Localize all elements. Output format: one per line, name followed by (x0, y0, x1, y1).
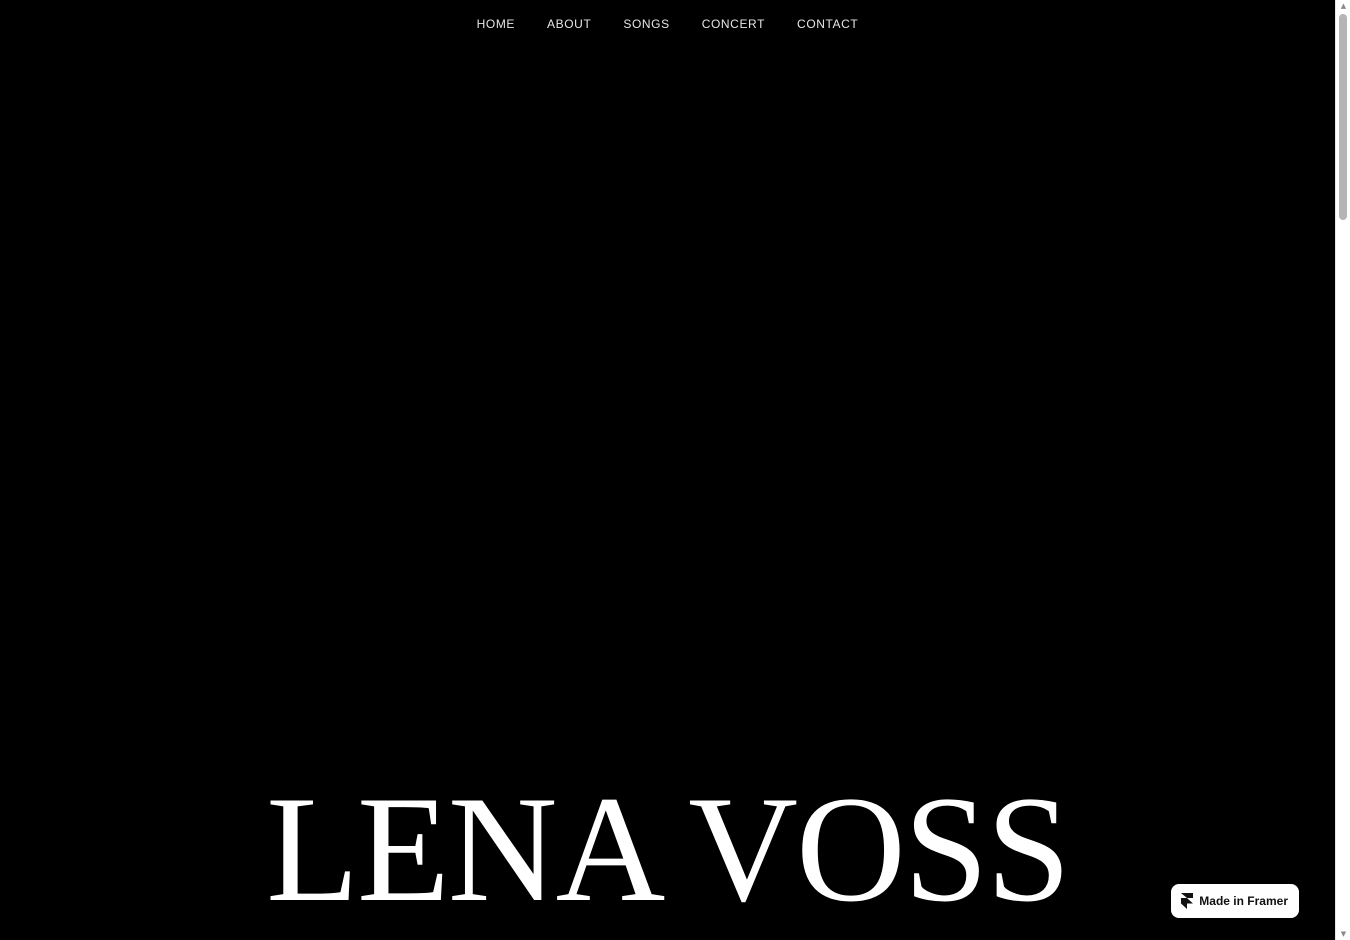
badge-label: Made in Framer (1199, 894, 1288, 908)
scroll-up-icon[interactable]: ▲ (1336, 0, 1350, 12)
nav-item-about[interactable]: ABOUT (531, 16, 607, 32)
nav-item-songs[interactable]: SONGS (607, 16, 685, 32)
top-nav: HOME ABOUT SONGS CONCERT CONTACT (0, 16, 1335, 32)
nav-item-contact[interactable]: CONTACT (781, 16, 874, 32)
browser-viewport: HOME ABOUT SONGS CONCERT CONTACT LENA VO… (0, 0, 1350, 940)
hero-title: LENA VOSS (266, 765, 1071, 933)
nav-item-home[interactable]: HOME (461, 16, 531, 32)
vertical-scrollbar[interactable]: ▲ ▼ (1335, 0, 1350, 940)
framer-icon (1181, 893, 1194, 909)
scrollbar-thumb[interactable] (1339, 14, 1347, 220)
scroll-down-icon[interactable]: ▼ (1336, 928, 1350, 940)
hero-section: HOME ABOUT SONGS CONCERT CONTACT LENA VO… (0, 0, 1335, 940)
made-in-framer-badge[interactable]: Made in Framer (1171, 884, 1299, 918)
nav-item-concert[interactable]: CONCERT (686, 16, 781, 32)
